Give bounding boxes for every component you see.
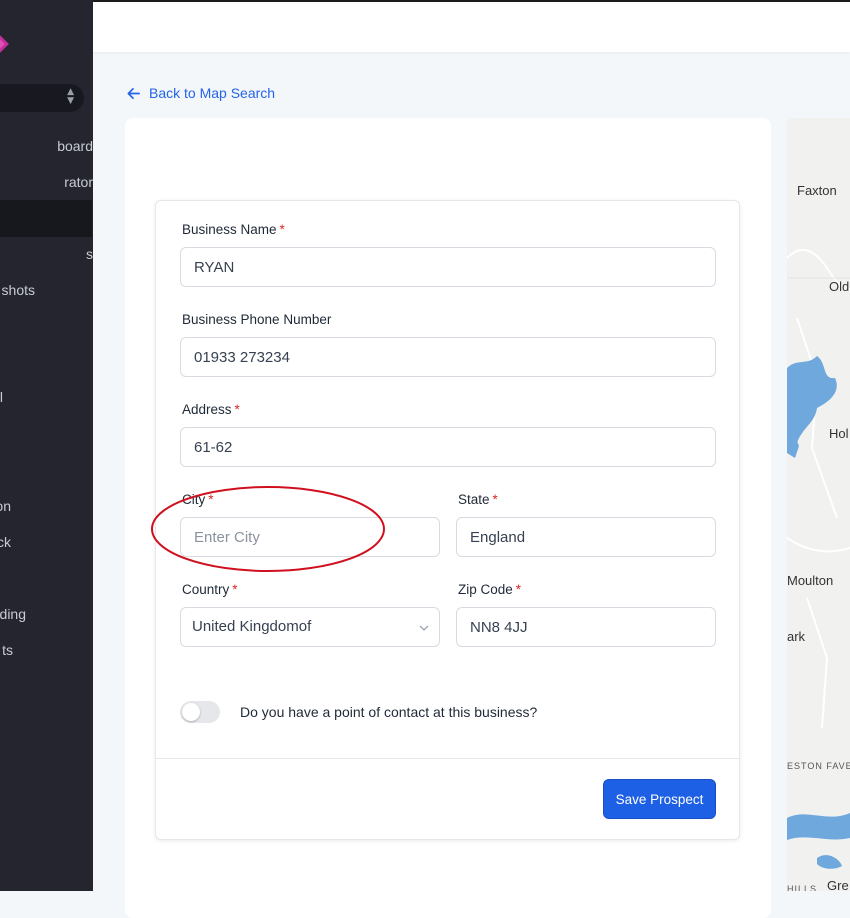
- map-label-eston-favel: ESTON FAVEL: [787, 761, 850, 771]
- required-marker: *: [492, 492, 498, 507]
- business-phone-input[interactable]: [180, 337, 716, 377]
- required-marker: *: [232, 582, 238, 597]
- save-prospect-button[interactable]: Save Prospect: [603, 779, 716, 819]
- logo-icon: [0, 34, 9, 54]
- arrow-left-icon: [127, 87, 140, 99]
- zip-code-label: Zip Code *: [458, 582, 522, 597]
- country-label: Country *: [182, 582, 238, 597]
- top-header: [93, 0, 850, 52]
- map-label-old: Old: [829, 279, 850, 294]
- map-label-hol: Hol: [829, 426, 849, 441]
- country-select[interactable]: United Kingdomof: [180, 607, 440, 647]
- chevron-down-icon: [419, 625, 429, 631]
- workspace-selector[interactable]: ▲ ▼: [0, 84, 84, 112]
- sidebar-item-generator[interactable]: rator: [0, 172, 93, 192]
- sidebar-item-6[interactable]: l: [0, 387, 93, 407]
- back-to-map-search-link[interactable]: Back to Map Search: [126, 83, 275, 103]
- state-input[interactable]: [456, 517, 716, 557]
- required-marker: *: [515, 582, 522, 597]
- point-of-contact-toggle[interactable]: [180, 701, 220, 723]
- required-marker: *: [234, 402, 240, 417]
- business-name-input[interactable]: [180, 247, 716, 287]
- sidebar-item-7[interactable]: on: [0, 496, 93, 516]
- sidebar-item-8[interactable]: ck: [0, 532, 93, 552]
- toggle-knob: [182, 703, 200, 721]
- required-marker: *: [279, 222, 285, 237]
- sidebar-item-4[interactable]: s: [0, 244, 93, 264]
- country-selected-value: United Kingdomof: [192, 618, 312, 635]
- address-label: Address *: [182, 402, 240, 417]
- sidebar-item-10[interactable]: ts: [0, 640, 93, 660]
- address-input[interactable]: [180, 427, 716, 467]
- sidebar-item-active[interactable]: [0, 208, 93, 228]
- sidebar: ▲▼ board rator s shots l on ck ding ts: [0, 0, 93, 891]
- sidebar-item-dashboard[interactable]: board: [0, 136, 93, 156]
- map-terrain: [787, 249, 850, 869]
- map-label-hills: HILLS: [787, 884, 818, 891]
- map-label-moulton: Moulton: [787, 573, 834, 588]
- sidebar-item-9[interactable]: ding: [0, 604, 93, 624]
- state-label: State *: [458, 492, 498, 507]
- back-link-label: Back to Map Search: [149, 85, 276, 101]
- point-of-contact-label: Do you have a point of contact at this b…: [240, 704, 538, 720]
- sidebar-item-snapshots[interactable]: shots: [0, 280, 93, 300]
- map-label-faxton: Faxton: [797, 183, 837, 198]
- business-name-label: Business Name *: [182, 222, 285, 237]
- city-label: City *: [182, 492, 214, 507]
- map-label-ark: ark: [787, 629, 806, 644]
- required-marker: *: [208, 492, 214, 507]
- business-phone-label: Business Phone Number: [182, 312, 332, 327]
- zip-code-input[interactable]: [456, 607, 716, 647]
- chevron-up-down-icon: ▲ ▼: [67, 87, 74, 106]
- form-footer-divider: [156, 758, 739, 759]
- map-label-gre: Gre: [827, 878, 849, 891]
- city-input[interactable]: [180, 517, 440, 557]
- map-view[interactable]: Faxton Old Hol Moulton ark ESTON FAVEL H…: [787, 118, 850, 891]
